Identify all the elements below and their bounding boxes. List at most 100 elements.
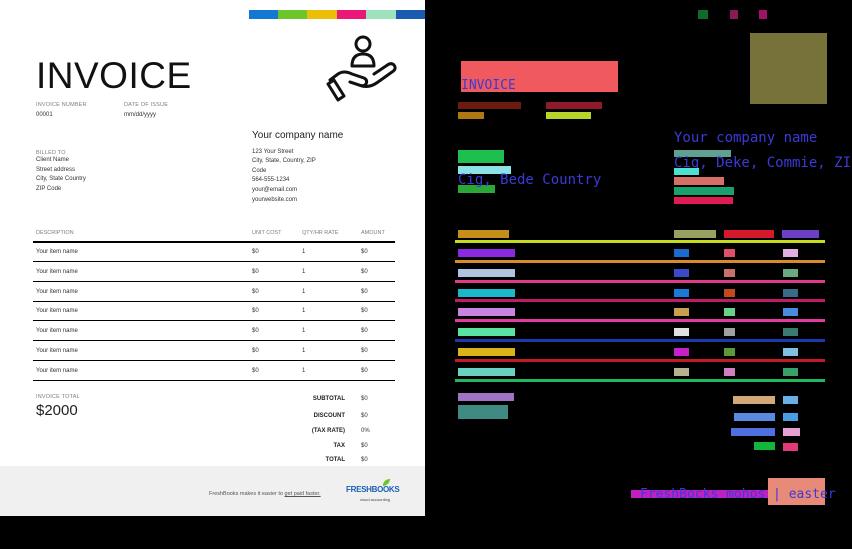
map-square <box>698 10 708 19</box>
color-stripe-4 <box>337 10 366 19</box>
map-cell-description <box>458 249 515 257</box>
map-block <box>783 443 798 451</box>
map-block <box>783 396 798 404</box>
row-divider <box>33 300 395 302</box>
cell-description: Your item name <box>36 249 78 255</box>
cell-unit-cost: $0 <box>252 288 259 295</box>
totals-value: $0 <box>361 396 368 402</box>
footer-promo-text: FreshBooks makes it easier to get paid f… <box>209 491 321 497</box>
row-divider <box>33 360 395 361</box>
map-company-text: Your company name <box>674 130 818 146</box>
map-cell-description <box>458 268 515 277</box>
company-address-line: 123 Your Street <box>252 149 294 155</box>
map-block <box>731 428 775 436</box>
freshbooks-logo[interactable]: FRESHBOOKS <box>346 485 400 494</box>
cell-amount: $0 <box>361 348 368 354</box>
color-stripe-5 <box>366 10 396 19</box>
invoice-total-amount: $2000 <box>36 402 78 419</box>
map-cell-unit-cost <box>674 288 689 297</box>
map-block <box>783 428 800 436</box>
company-address-line: City, State, Country, ZIP <box>252 158 316 164</box>
footer-promo-copy: FreshBooks makes it easier to <box>209 491 283 497</box>
billed-to-line: ZIP Code <box>36 186 62 192</box>
billed-to-line: Street address <box>36 167 76 173</box>
map-cell-unit-cost <box>674 308 689 317</box>
map-cell-description <box>458 308 515 317</box>
map-block <box>458 230 509 238</box>
cell-qty: 1 <box>302 367 306 374</box>
map-block <box>754 442 775 450</box>
totals-value: $0 <box>361 413 368 419</box>
map-cell-amount <box>783 367 798 376</box>
row-divider <box>33 320 395 322</box>
cell-qty: 1 <box>302 328 306 335</box>
map-row-line <box>455 279 825 283</box>
map-block <box>458 405 508 419</box>
map-cell-amount <box>783 328 798 337</box>
map-cell-description <box>458 288 515 297</box>
cell-amount: $0 <box>361 288 368 295</box>
column-header-unit-cost: UNIT COST <box>252 230 282 236</box>
map-block <box>674 230 716 238</box>
cell-amount: $0 <box>361 249 368 255</box>
date-of-issue: mm/dd/yyyy <box>124 112 157 118</box>
cell-qty: 1 <box>302 268 306 275</box>
map-row-line <box>455 259 825 263</box>
invoice-title: INVOICE <box>36 55 192 96</box>
cell-qty: 1 <box>302 348 306 354</box>
column-header-amount: AMOUNT <box>361 230 385 236</box>
cell-amount: $0 <box>361 268 368 275</box>
company-email: your@email.com <box>252 187 298 193</box>
cell-unit-cost: $0 <box>252 308 259 315</box>
map-row-line <box>455 319 825 323</box>
map-block <box>783 413 798 421</box>
cell-qty: 1 <box>302 249 306 255</box>
map-square <box>730 10 738 19</box>
map-cell-unit-cost <box>674 249 689 257</box>
cell-description: Your item name <box>36 367 78 374</box>
map-cell-amount <box>783 308 798 317</box>
map-city-text: Cig, Deke, Commie, ZIP <box>674 155 852 171</box>
map-block <box>674 168 699 175</box>
map-bill-text: Cig, Bede Country <box>458 172 602 188</box>
map-row-line <box>455 299 825 303</box>
cell-unit-cost: $0 <box>252 268 259 275</box>
cell-qty: 1 <box>302 288 306 295</box>
map-block <box>458 102 521 109</box>
map-cell-amount <box>783 348 798 356</box>
footer-promo-link[interactable]: get paid faster. <box>285 491 321 497</box>
map-cell-qty <box>724 348 735 356</box>
map-block <box>458 112 484 119</box>
map-block <box>734 413 775 421</box>
totals-value: $0 <box>361 443 368 449</box>
map-cell-unit-cost <box>674 348 689 356</box>
color-stripe-3 <box>307 10 337 19</box>
map-cell-qty <box>724 328 735 337</box>
cell-amount: $0 <box>361 367 368 374</box>
cell-description: Your item name <box>36 328 78 335</box>
billed-to-line: Client Name <box>36 157 70 163</box>
invoice-number: 00001 <box>36 112 53 118</box>
billed-to-line: City, State Country <box>36 176 86 182</box>
map-cell-unit-cost <box>674 268 689 277</box>
cell-unit-cost: $0 <box>252 328 259 335</box>
cell-amount: $0 <box>361 328 368 335</box>
invoice-number-label: INVOICE NUMBER <box>36 102 87 108</box>
map-cell-description <box>458 367 515 376</box>
invoice-sheet: INVOICE INVOICE NUMBER 00001 DATE OF ISS… <box>0 0 425 516</box>
map-row-line <box>455 240 825 243</box>
map-footer-text: FreshBocks mohos | easter <box>640 487 836 502</box>
totals-label: SUBTOTAL <box>312 396 345 402</box>
cell-unit-cost: $0 <box>252 249 259 255</box>
map-title-text: INVOICE <box>461 78 516 93</box>
map-block <box>782 230 819 238</box>
map-block <box>733 396 775 404</box>
map-block <box>546 102 602 109</box>
map-block <box>674 177 724 185</box>
map-block <box>674 197 733 204</box>
cell-unit-cost: $0 <box>252 348 259 354</box>
map-cell-qty <box>724 367 735 376</box>
totals-label: DISCOUNT <box>313 413 345 419</box>
map-row-line <box>455 378 825 382</box>
company-website: yourwebsite.com <box>252 197 298 203</box>
